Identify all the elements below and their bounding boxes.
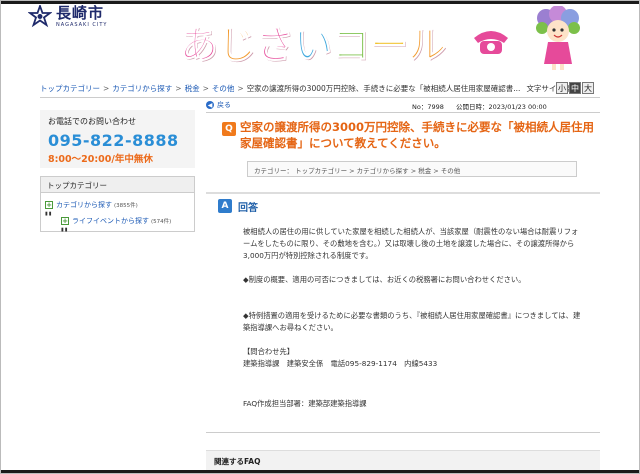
city-logo[interactable]: 長崎市 NAGASAKI CITY [28, 5, 107, 29]
brand-letter: い [294, 23, 333, 67]
category-path: カテゴリー： トップカテゴリー > カテゴリから探す > 税金 > その他 [247, 161, 577, 177]
text-size-medium-button[interactable]: 中 [569, 82, 581, 94]
brand-letter: ー [370, 23, 409, 67]
city-name: 長崎市 [56, 4, 105, 22]
question-title: 空家の譲渡所得の3000万円控除、手続きに必要な「被相続人居住用家屋確認書」につ… [240, 120, 595, 150]
contact-line: 建築指導課 建築安全係 電話095-829-1174 内線5433 [243, 359, 438, 368]
breadcrumb-item-tax[interactable]: 税金 [185, 83, 200, 94]
answer-paragraph: ◆制度の概要、適用の可否につきましては、お近くの税務署にお問い合わせください。 [243, 275, 526, 284]
answer-paragraph: 被相続人の居住の用に供していた家屋を相続した相続人が、当該家屋（耐震性のない場合… [243, 227, 579, 260]
divider [40, 97, 600, 98]
service-hours: 8:00～20:00/年中無休 [48, 154, 153, 165]
breadcrumb-current: 空家の譲渡所得の3000万円控除、手続きに必要な「被相続人居住用家屋確認書... [246, 84, 521, 93]
divider [206, 112, 600, 113]
breadcrumb-item-category[interactable]: カテゴリから探す [112, 83, 172, 94]
faq-number: No：7998 [412, 103, 444, 111]
tree-connector-icon: ▮▮ [45, 211, 53, 217]
ajisai-call-logo[interactable]: あじさいコール [179, 12, 447, 67]
category-item[interactable]: + カテゴリから探す (3855件) [45, 200, 138, 210]
category-link[interactable]: ライフイベントから探す [72, 216, 149, 226]
contact-label: お電話でのお問い合わせ [48, 117, 136, 126]
brand-letter: コ [332, 23, 371, 67]
text-size-large-button[interactable]: 大 [582, 82, 594, 94]
phone-contact-box: お電話でのお問い合わせ 095-822-8888 8:00～20:00/年中無休 [40, 110, 195, 168]
faq-published-date: 公開日時：2023/01/23 00:00 [455, 103, 547, 111]
mascot-character-icon [536, 6, 580, 70]
category-item[interactable]: + ライフイベントから探す (574件) [61, 216, 171, 226]
answer-icon: A [218, 199, 232, 213]
question-icon: Q [222, 122, 236, 136]
back-arrow-icon: ◀ [206, 101, 214, 109]
expand-plus-icon[interactable]: + [45, 201, 53, 209]
category-link[interactable]: カテゴリから探す [56, 200, 112, 210]
brand-letter: ル [408, 23, 447, 67]
breadcrumb: トップカテゴリー > カテゴリから探す > 税金 > その他 > 空家の譲渡所得の300… [40, 83, 579, 94]
brand-letter: じ [218, 23, 257, 67]
brand-letter: さ [256, 23, 295, 67]
breadcrumb-item-top[interactable]: トップカテゴリー [40, 83, 100, 94]
city-name-sub: NAGASAKI CITY [56, 22, 108, 28]
text-size-small-button[interactable]: 小 [556, 82, 568, 94]
answer-header [206, 192, 600, 216]
related-faq-heading: 関連するFAQ [206, 450, 600, 470]
phone-number[interactable]: 095-822-8888 [48, 131, 187, 150]
answer-label: 回答 [238, 203, 258, 214]
contact-heading: 【問合わせ先】 [243, 347, 295, 356]
category-count: (3855件) [114, 203, 138, 209]
category-count: (574件) [151, 219, 172, 225]
faq-department: FAQ作成担当部署：建築部建築指導課 [243, 399, 367, 408]
breadcrumb-item-other[interactable]: その他 [212, 83, 235, 94]
back-link[interactable]: ◀ 戻る [206, 100, 231, 110]
city-emblem-icon [28, 5, 52, 28]
back-link-label[interactable]: 戻る [217, 100, 231, 110]
tree-connector-icon: ▮▮ [61, 227, 69, 233]
expand-plus-icon[interactable]: + [61, 217, 69, 225]
text-size-buttons: 小 中 大 [556, 82, 595, 94]
answer-paragraph: ◆特例措置の適用を受けるために必要な書類のうち、『被相続人居住用家屋確認書』につ… [243, 311, 581, 332]
telephone-icon [474, 31, 508, 54]
divider [206, 432, 600, 433]
category-panel-title: トップカテゴリー [41, 177, 194, 193]
brand-letter: あ [179, 23, 219, 67]
faq-meta: No：7998 公開日時：2023/01/23 00:00 [412, 101, 557, 111]
